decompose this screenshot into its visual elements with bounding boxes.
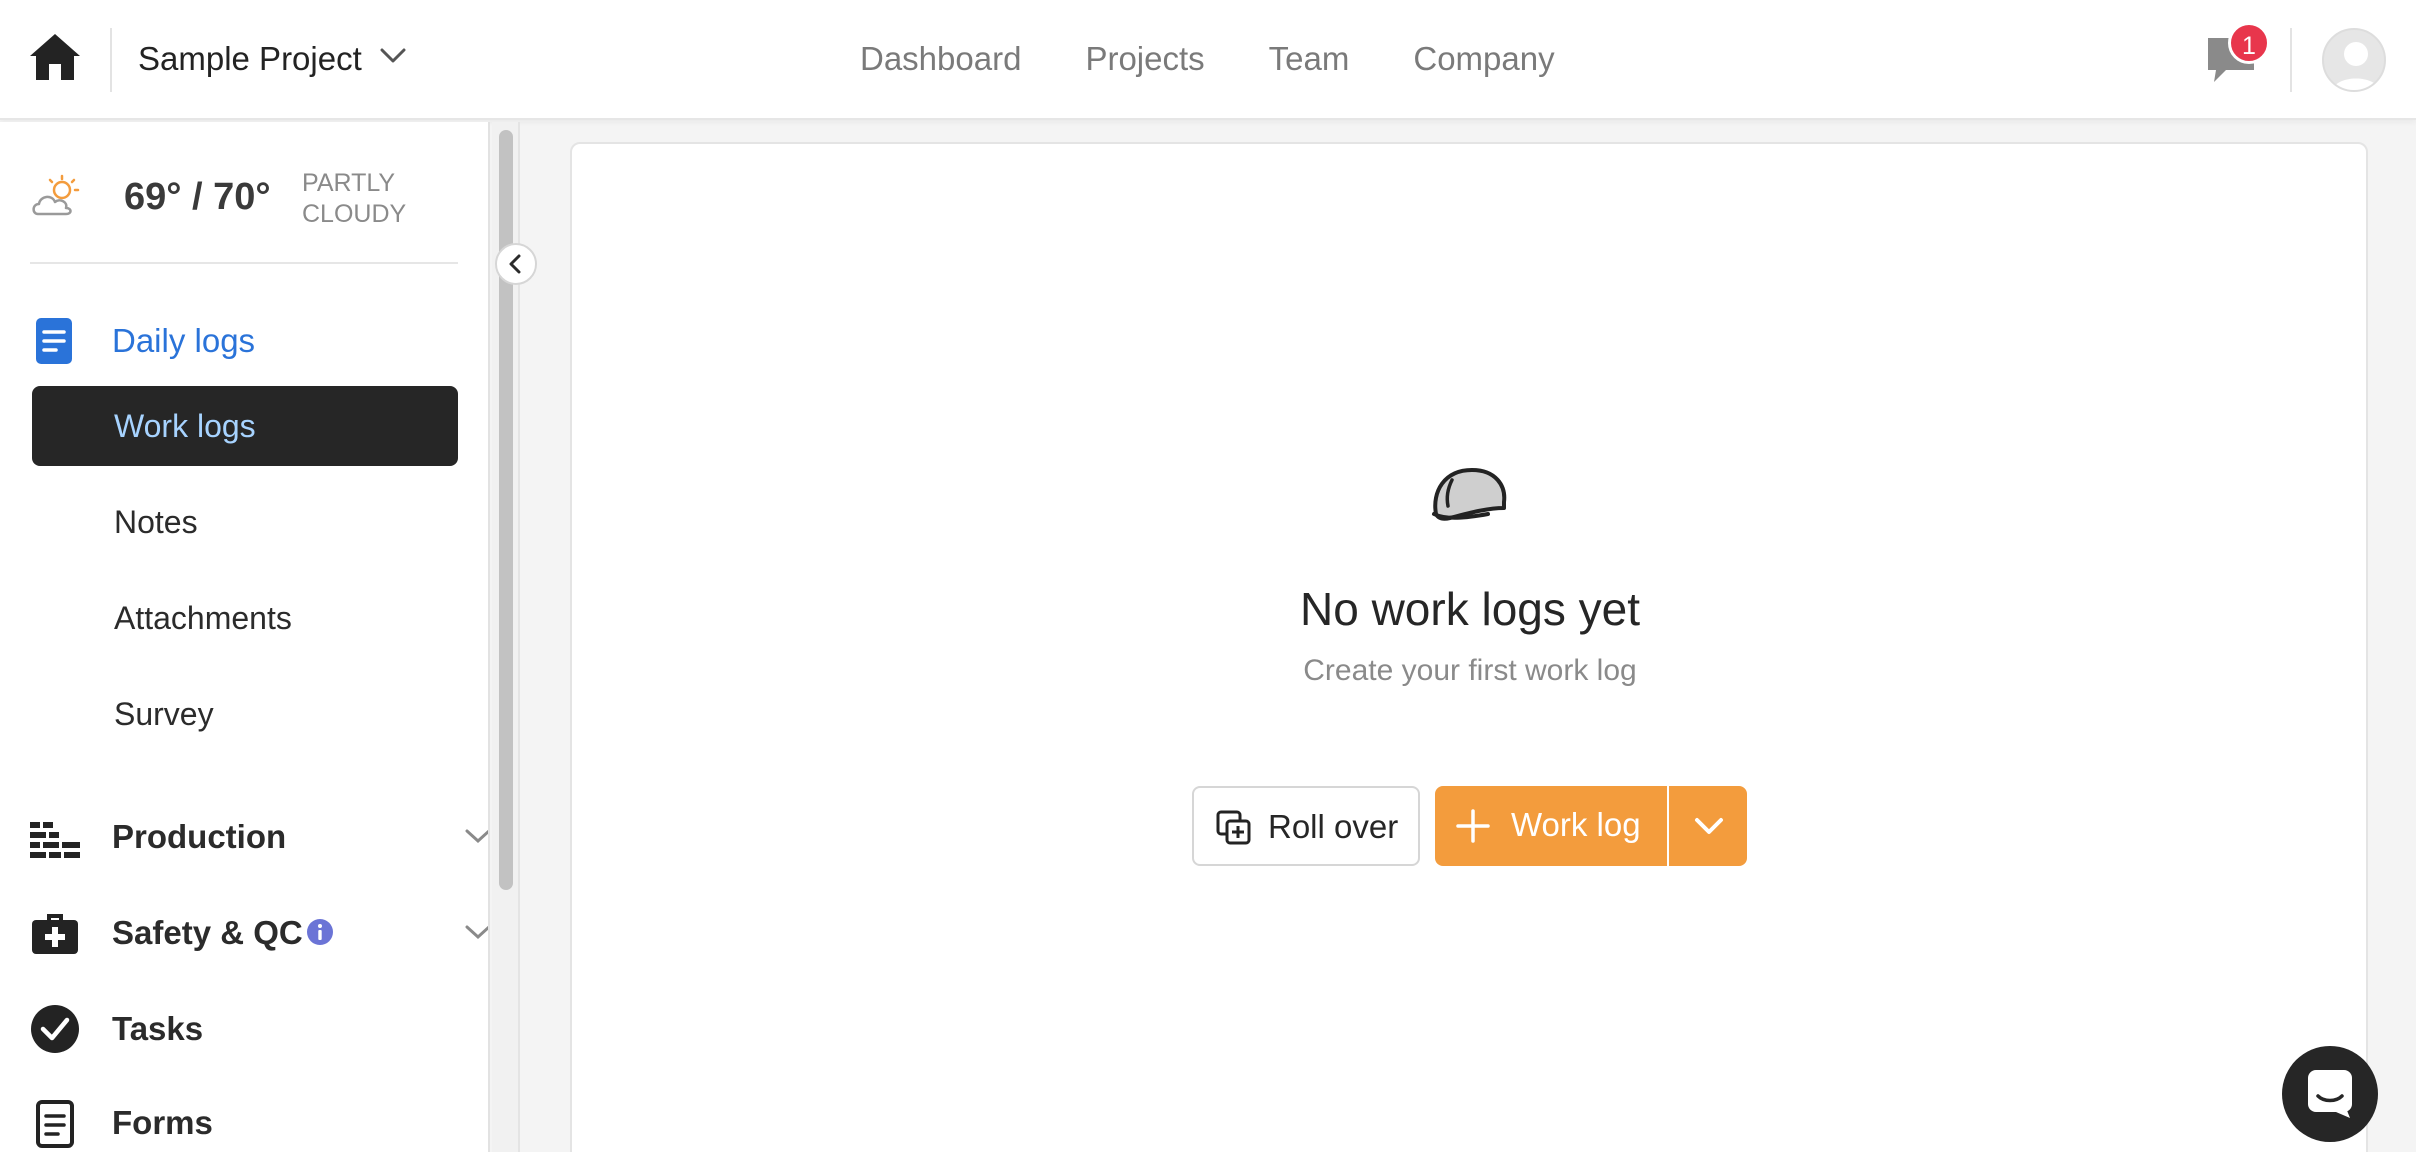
weather-temperature: 69° / 70° xyxy=(124,176,271,218)
hard-hat-icon xyxy=(1426,462,1512,528)
sidebar-section-label: Tasks xyxy=(112,1010,204,1047)
nav-dashboard[interactable]: Dashboard xyxy=(860,40,1021,78)
partly-cloudy-icon xyxy=(30,174,82,220)
roll-over-label: Roll over xyxy=(1268,808,1399,845)
check-circle-icon xyxy=(30,1004,80,1054)
messenger-icon xyxy=(2308,1070,2352,1118)
chevron-down-icon[interactable] xyxy=(464,922,488,942)
nav-projects[interactable]: Projects xyxy=(1085,40,1204,78)
info-icon[interactable] xyxy=(306,918,334,946)
sidebar-section-label: Safety & QC xyxy=(112,914,303,951)
sidebar-section-production[interactable]: Production xyxy=(30,804,488,864)
work-log-label: Work log xyxy=(1511,806,1641,843)
work-log-dropdown-button[interactable] xyxy=(1667,786,1747,866)
plus-icon xyxy=(1455,808,1491,844)
project-selector[interactable]: Sample Project xyxy=(138,40,362,78)
sidebar-item-survey[interactable]: Survey xyxy=(114,696,214,733)
sidebar-section-forms[interactable]: Forms xyxy=(30,1090,488,1150)
roll-over-button[interactable]: Roll over xyxy=(1192,786,1420,866)
nav-team[interactable]: Team xyxy=(1269,40,1350,78)
sidebar-item-attachments[interactable]: Attachments xyxy=(114,600,292,637)
empty-state-title: No work logs yet xyxy=(1299,583,1640,635)
top-nav: Dashboard Projects Team Company xyxy=(860,40,1555,78)
copy-plus-icon xyxy=(1216,810,1252,846)
top-bar: Sample Project Dashboard Projects Team C… xyxy=(0,0,2416,120)
chevron-down-icon xyxy=(1695,818,1723,834)
divider xyxy=(110,28,112,92)
divider xyxy=(30,262,458,264)
sidebar-section-label: Production xyxy=(112,818,287,855)
chevron-down-icon[interactable] xyxy=(464,826,488,846)
collapse-sidebar-button[interactable] xyxy=(495,243,537,285)
sidebar-section-safety-qc[interactable]: Safety & QC xyxy=(30,900,488,960)
first-aid-kit-icon xyxy=(30,908,80,958)
chevron-down-icon[interactable] xyxy=(378,44,408,68)
notification-badge: 1 xyxy=(2228,22,2270,64)
help-chat-button[interactable] xyxy=(2282,1046,2378,1142)
sidebar: 69° / 70° PARTLY CLOUDY Daily logs Work … xyxy=(0,122,490,1152)
avatar[interactable] xyxy=(2322,28,2386,92)
clipboard-icon xyxy=(30,1098,80,1148)
sidebar-section-label: Forms xyxy=(112,1104,213,1141)
weather-widget: 69° / 70° PARTLY CLOUDY xyxy=(30,164,460,264)
sidebar-item-label: Work logs xyxy=(114,408,256,444)
sidebar-section-daily-logs[interactable]: Daily logs xyxy=(30,308,488,368)
add-work-log-button[interactable]: Work log xyxy=(1435,786,1667,866)
weather-description: PARTLY CLOUDY xyxy=(302,169,407,228)
sidebar-section-tasks[interactable]: Tasks xyxy=(30,996,488,1056)
main-card xyxy=(570,142,2368,1152)
sidebar-section-label: Daily logs xyxy=(112,322,256,359)
home-icon[interactable] xyxy=(28,32,82,82)
document-icon xyxy=(30,316,80,366)
empty-state-subtitle: Create your first work log xyxy=(1303,654,1637,687)
sidebar-item-notes[interactable]: Notes xyxy=(114,504,198,541)
bricks-icon xyxy=(30,812,80,862)
divider xyxy=(2290,28,2292,92)
nav-company[interactable]: Company xyxy=(1413,40,1554,78)
